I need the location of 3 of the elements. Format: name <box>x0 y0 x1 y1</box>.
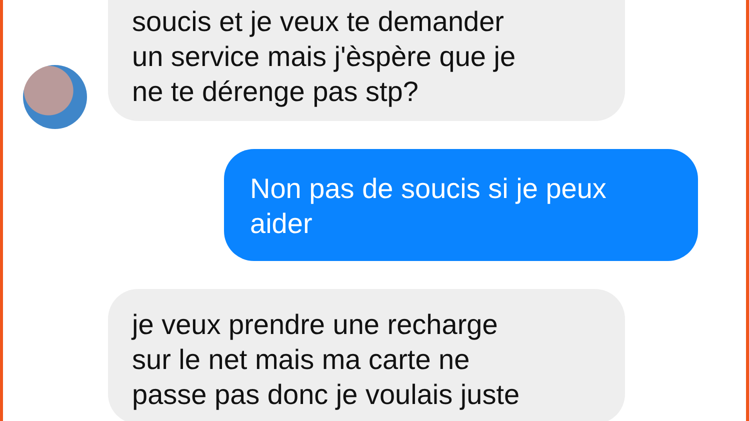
message-bubble: je veux prendre une recharge sur le net mais ma carte ne passe pas donc je voulais juste <box>108 289 625 421</box>
message-bubble: soucis et je veux te demander un service mais j'èspère que je ne te dérenge pas stp? <box>108 0 625 121</box>
message-bubble: Non pas de soucis si je peux aider <box>224 149 698 261</box>
